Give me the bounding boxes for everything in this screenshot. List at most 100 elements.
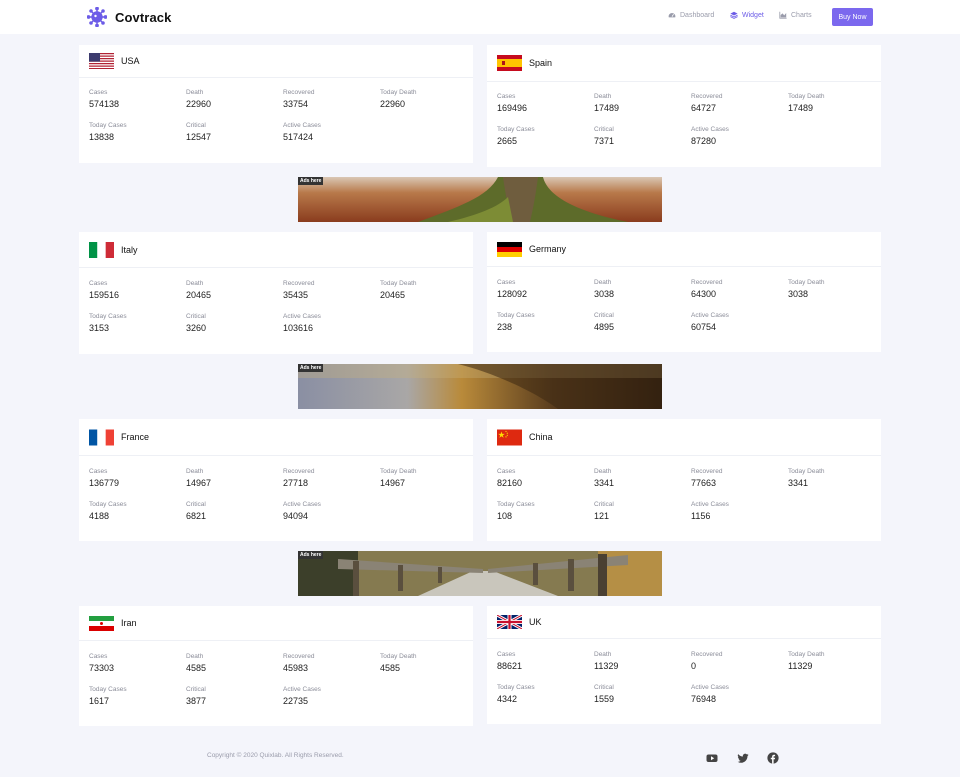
buy-now-button[interactable]: Buy Now	[832, 8, 873, 26]
ad-banner[interactable]: Ads here	[298, 177, 662, 222]
stat-value: 169496	[497, 103, 528, 113]
stat-cases: Cases 88621	[497, 651, 522, 672]
stat-label: Recovered	[691, 93, 723, 100]
nav-dashboard-label: Dashboard	[680, 11, 715, 19]
stat-label: Today Death	[788, 279, 825, 286]
stat-critical: Critical 4895	[594, 312, 614, 333]
card-header: Spain	[487, 45, 881, 82]
stat-value: 73303	[89, 663, 115, 673]
stat-value: 11329	[788, 661, 813, 671]
stat-label: Death	[186, 280, 204, 287]
card-header: China	[487, 419, 881, 456]
nav-widget[interactable]: Widget	[730, 11, 764, 19]
stat-value: 128092	[497, 289, 528, 299]
stat-value: 45983	[283, 663, 309, 673]
stat-label: Death	[594, 651, 612, 658]
stat-value: 17489	[788, 103, 814, 113]
uk-flag-icon	[497, 615, 522, 629]
country-card-france: France Cases 136779 Death 14967 Recovered 2…	[79, 419, 473, 541]
stat-label: Cases	[497, 468, 516, 475]
copyright-text: Copyright © 2020 Quixlab. All Rights Res…	[207, 752, 344, 759]
stat-death: Death 4585	[186, 653, 206, 674]
stat-today-death: Today Death 3341	[788, 468, 825, 489]
stat-label: Active Cases	[283, 313, 321, 320]
stat-value: 4585	[380, 663, 401, 673]
stat-value: 0	[691, 661, 697, 671]
stat-value: 4188	[89, 511, 110, 521]
stat-label: Today Death	[380, 280, 417, 287]
stat-value: 108	[497, 511, 513, 521]
stat-value: 6821	[186, 511, 207, 521]
youtube-icon[interactable]	[706, 752, 718, 764]
stat-cases: Cases 574138	[89, 89, 119, 110]
stat-label: Active Cases	[691, 312, 729, 319]
stat-value: 7371	[594, 136, 615, 146]
stat-death: Death 11329	[594, 651, 618, 672]
twitter-icon[interactable]	[737, 752, 749, 764]
stat-today-death: Today Death 3038	[788, 279, 825, 300]
card-header: Italy	[79, 232, 473, 268]
stat-label: Critical	[186, 313, 206, 320]
country-name: Germany	[529, 244, 567, 254]
stat-cases: Cases 73303	[89, 653, 114, 674]
stat-value: 2665	[497, 136, 518, 146]
stat-label: Cases	[497, 93, 516, 100]
stat-value: 3038	[788, 289, 809, 299]
stat-value: 11329	[594, 661, 619, 671]
stat-recovered: Recovered 77663	[691, 468, 722, 489]
country-card-uk: UK Cases 88621 Death 11329 Recovered 0 Toda…	[487, 606, 881, 724]
ad-banner[interactable]: Ads here	[298, 364, 662, 409]
stat-label: Recovered	[691, 279, 723, 286]
ad-banner[interactable]: Ads here	[298, 551, 662, 596]
stat-active-cases: Active Cases 22735	[283, 686, 321, 707]
stat-label: Cases	[89, 653, 108, 660]
stat-value: 94094	[283, 511, 309, 521]
stat-critical: Critical 12547	[186, 122, 211, 143]
stat-value: 4895	[594, 322, 615, 332]
italy-flag-icon	[89, 241, 114, 258]
stat-label: Active Cases	[283, 501, 321, 508]
area-chart-icon	[779, 11, 787, 19]
stat-label: Critical	[186, 686, 206, 693]
stat-recovered: Recovered 64727	[691, 93, 722, 114]
stat-death: Death 3341	[594, 468, 614, 489]
stat-value: 3038	[594, 289, 615, 299]
nav-widget-label: Widget	[742, 11, 764, 19]
germany-flag-icon	[497, 241, 522, 257]
stat-value: 3877	[186, 696, 207, 706]
stat-label: Death	[594, 468, 612, 475]
stat-value: 60754	[691, 322, 717, 332]
stat-critical: Critical 7371	[594, 126, 614, 147]
stat-value: 64727	[691, 103, 717, 113]
ad-image-pebbles	[298, 364, 662, 409]
stat-value: 87280	[691, 136, 717, 146]
stat-today-death: Today Death 14967	[380, 468, 417, 489]
stat-label: Critical	[594, 684, 614, 691]
stat-label: Death	[186, 468, 204, 475]
stat-label: Cases	[497, 651, 516, 658]
stat-critical: Critical 3260	[186, 313, 206, 334]
stat-cases: Cases 128092	[497, 279, 527, 300]
stat-death: Death 14967	[186, 468, 211, 489]
card-header: France	[79, 419, 473, 456]
nav-charts[interactable]: Charts	[779, 11, 812, 19]
country-name: Iran	[121, 618, 137, 628]
stat-value: 64300	[691, 289, 717, 299]
nav-dashboard[interactable]: Dashboard	[668, 11, 714, 19]
stat-label: Recovered	[283, 653, 315, 660]
card-header: Germany	[487, 232, 881, 267]
stat-death: Death 17489	[594, 93, 619, 114]
facebook-icon[interactable]	[767, 752, 779, 764]
country-name: USA	[121, 56, 140, 66]
stat-label: Today Death	[788, 93, 825, 100]
stat-value: 82160	[497, 478, 523, 488]
stat-label: Today Death	[380, 468, 417, 475]
brand[interactable]: Covtrack	[87, 7, 171, 27]
stat-today-death: Today Death 11329	[788, 651, 825, 672]
stat-label: Cases	[89, 468, 108, 475]
stat-label: Recovered	[283, 280, 315, 287]
virus-logo-icon	[87, 7, 107, 27]
stat-cases: Cases 136779	[89, 468, 119, 489]
brand-name: Covtrack	[115, 9, 172, 25]
stat-label: Critical	[186, 501, 206, 508]
